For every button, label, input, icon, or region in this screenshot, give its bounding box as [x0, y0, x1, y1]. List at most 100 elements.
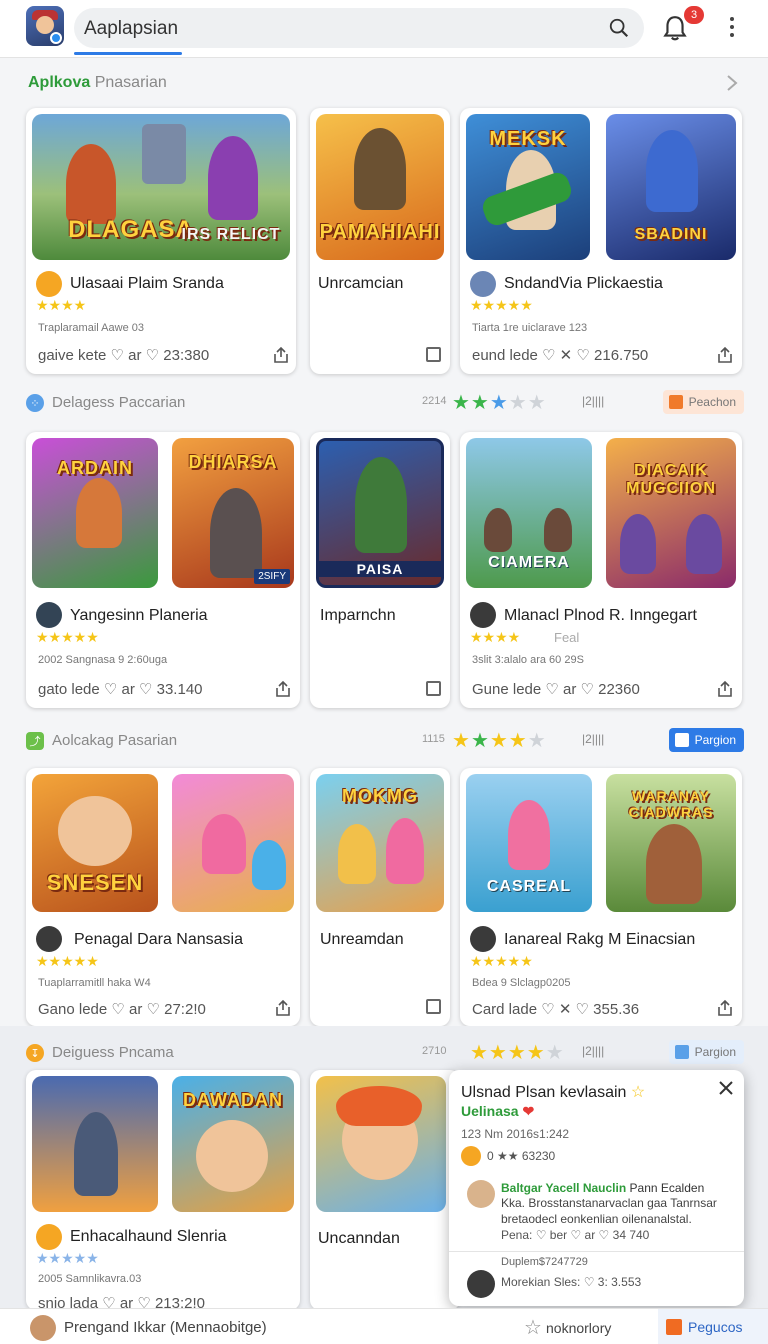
- game-thumbnail[interactable]: [172, 774, 294, 912]
- bottom-action-label: Pegucos: [688, 1319, 743, 1335]
- game-card[interactable]: ARDAIN DHIARSA 2SIFY Yangesinn Planeria …: [26, 432, 300, 708]
- thumbnail-subtitle: IRS RELICT: [181, 226, 281, 243]
- share-icon[interactable]: [716, 680, 734, 698]
- share-icon[interactable]: [716, 999, 734, 1017]
- game-title[interactable]: Yangesinn Planeria: [70, 607, 208, 625]
- rating-stars: ★★★★★: [470, 953, 533, 969]
- bookmark-checkbox[interactable]: [426, 681, 441, 696]
- game-thumbnail[interactable]: WARANAY CIADWRAS: [606, 774, 736, 912]
- search-input[interactable]: Aaplapsian: [84, 18, 178, 40]
- rating-stars: ★★★★★: [36, 1250, 99, 1266]
- popup-title: Ulsnad Plsan kevlasain ☆: [461, 1084, 646, 1101]
- game-thumbnail[interactable]: ARDAIN: [32, 438, 158, 588]
- game-thumbnail[interactable]: SBADINI: [606, 114, 736, 260]
- game-thumbnail[interactable]: CASREAL: [466, 774, 592, 912]
- bottom-middle-label[interactable]: noknorlory: [546, 1320, 611, 1336]
- thumbnail-title: MOKMG: [342, 786, 418, 806]
- developer-avatar: [36, 602, 62, 628]
- bookmark-checkbox[interactable]: [426, 347, 441, 362]
- notification-badge: 3: [684, 6, 704, 24]
- profile-avatar[interactable]: [30, 1315, 56, 1341]
- game-card[interactable]: SNESEN Penagal Dara Nansasia ★★★★★ Tuapl…: [26, 768, 300, 1026]
- bottom-action-button[interactable]: Pegucos: [658, 1309, 768, 1344]
- game-title[interactable]: Enhacalhaund Slenria: [70, 1228, 227, 1246]
- game-thumbnail[interactable]: DAWADAN: [172, 1076, 294, 1212]
- game-thumbnail[interactable]: MEKSK: [466, 114, 590, 260]
- game-title[interactable]: Unreamdan: [320, 931, 404, 949]
- game-thumbnail[interactable]: MOKMG: [316, 774, 444, 912]
- game-card[interactable]: MOKMG Unreamdan: [310, 768, 450, 1026]
- section-bars: |2||||: [582, 732, 605, 746]
- search-bar[interactable]: Aaplapsian: [74, 8, 644, 48]
- game-thumbnail[interactable]: PAISA: [316, 438, 444, 588]
- reviewer-avatar: [467, 1270, 495, 1298]
- section-header-3: ⤴ Aolcakag Pasarian 1115 ★★★★★ |2|||| Pa…: [0, 724, 768, 758]
- share-icon[interactable]: [716, 346, 734, 364]
- developer-avatar: [470, 926, 496, 952]
- section-subtitle: Pnasarian: [94, 74, 167, 91]
- game-thumbnail[interactable]: [316, 1076, 446, 1212]
- game-card[interactable]: MEKSK SBADINI SndandVia Plickaestia ★★★★…: [460, 108, 742, 374]
- game-meta: Tuaplarramitll haka W4: [38, 977, 151, 989]
- share-icon[interactable]: [274, 680, 292, 698]
- search-icon[interactable]: [608, 17, 630, 39]
- star-icon[interactable]: ☆: [524, 1315, 542, 1340]
- game-meta: 2005 Samnlikavra.03: [38, 1273, 142, 1285]
- section-action-button[interactable]: Pargion: [668, 1040, 744, 1064]
- game-card[interactable]: CIAMERA DIACAIK MUGCIION Mlanacl Plnod R…: [460, 432, 742, 708]
- game-title[interactable]: Ianareal Rakg M Einacsian: [504, 931, 695, 949]
- game-title[interactable]: Penagal Dara Nansasia: [74, 931, 243, 949]
- game-title[interactable]: Mlanacl Plnod R. Inngegart: [504, 607, 697, 625]
- game-thumbnail[interactable]: PAMAHIAHI: [316, 114, 444, 260]
- section-action-button[interactable]: Pargion: [668, 728, 744, 752]
- rating-stars: ★★★★★: [470, 297, 533, 313]
- game-title[interactable]: Uncanndan: [318, 1230, 400, 1248]
- game-thumbnail[interactable]: DLAGASA IRS RELICT: [32, 114, 290, 260]
- game-thumbnail[interactable]: CIAMERA: [466, 438, 592, 588]
- thumbnail-title: MEKSK: [489, 128, 567, 150]
- rating-stars: ★★★★★: [36, 629, 99, 645]
- close-icon[interactable]: [718, 1080, 734, 1096]
- developer-avatar: [470, 271, 496, 297]
- game-card[interactable]: PAMAHIAHI Unrcamcian: [310, 108, 450, 374]
- game-stats: gato lede ♡ ar ♡ 33.140: [38, 681, 203, 698]
- popup-subtitle: Uelinasa ❤: [461, 1103, 535, 1119]
- game-thumbnail[interactable]: SNESEN: [32, 774, 158, 912]
- section-title: Deiguess Pncama: [52, 1044, 174, 1061]
- rating-stars: ★★★★: [470, 629, 521, 645]
- section-action-button[interactable]: Peachon: [662, 390, 744, 414]
- section-title: Aplkova: [28, 74, 91, 91]
- review-text: Morekian Sles: ♡ 3: 3.553: [501, 1275, 642, 1289]
- game-title[interactable]: SndandVia Plickaestia: [504, 275, 663, 293]
- game-card[interactable]: PAISA Imparnchn: [310, 432, 450, 708]
- game-card[interactable]: DAWADAN Enhacalhaund Slenria ★★★★★ 2005 …: [26, 1070, 300, 1312]
- bookmark-checkbox[interactable]: [426, 999, 441, 1014]
- game-thumbnail[interactable]: DIACAIK MUGCIION: [606, 438, 736, 588]
- review-actions[interactable]: Pena: ♡ ber ♡ ar ♡ 34 740: [501, 1228, 649, 1242]
- game-title[interactable]: Ulasaai Plaim Sranda: [70, 275, 224, 293]
- game-stats: Card lade ♡ ✕ ♡ 355.36: [472, 1001, 640, 1018]
- more-menu-icon[interactable]: [722, 14, 742, 42]
- game-title[interactable]: Unrcamcian: [318, 275, 403, 293]
- section-title: Aolcakag Pasarian: [52, 732, 178, 749]
- thumbnail-title: DIACAIK MUGCIION: [626, 462, 716, 497]
- game-title[interactable]: Imparnchn: [320, 607, 396, 625]
- game-card[interactable]: CASREAL WARANAY CIADWRAS Ianareal Rakg M…: [460, 768, 742, 1026]
- coin-icon: [461, 1146, 481, 1166]
- game-thumbnail[interactable]: [32, 1076, 158, 1212]
- game-card[interactable]: Uncanndan: [310, 1070, 460, 1310]
- share-icon[interactable]: [272, 346, 290, 364]
- game-card[interactable]: DLAGASA IRS RELICT Ulasaai Plaim Sranda …: [26, 108, 296, 374]
- developer-avatar: [36, 926, 62, 952]
- user-avatar[interactable]: [26, 6, 64, 46]
- thumbnail-title: CASREAL: [486, 878, 572, 895]
- game-thumbnail[interactable]: DHIARSA 2SIFY: [172, 438, 294, 588]
- thumbnail-title: SNESEN: [46, 870, 144, 895]
- section-meta: 1115: [422, 733, 445, 745]
- section-meta: 2214: [422, 395, 447, 407]
- thumbnail-title: ARDAIN: [57, 458, 133, 478]
- share-icon[interactable]: [274, 999, 292, 1017]
- chevron-right-icon[interactable]: [726, 74, 738, 92]
- section-rating-stars: ★★★★★: [452, 392, 547, 414]
- game-meta: 2002 Sangnasa 9 2:60uga: [38, 654, 168, 666]
